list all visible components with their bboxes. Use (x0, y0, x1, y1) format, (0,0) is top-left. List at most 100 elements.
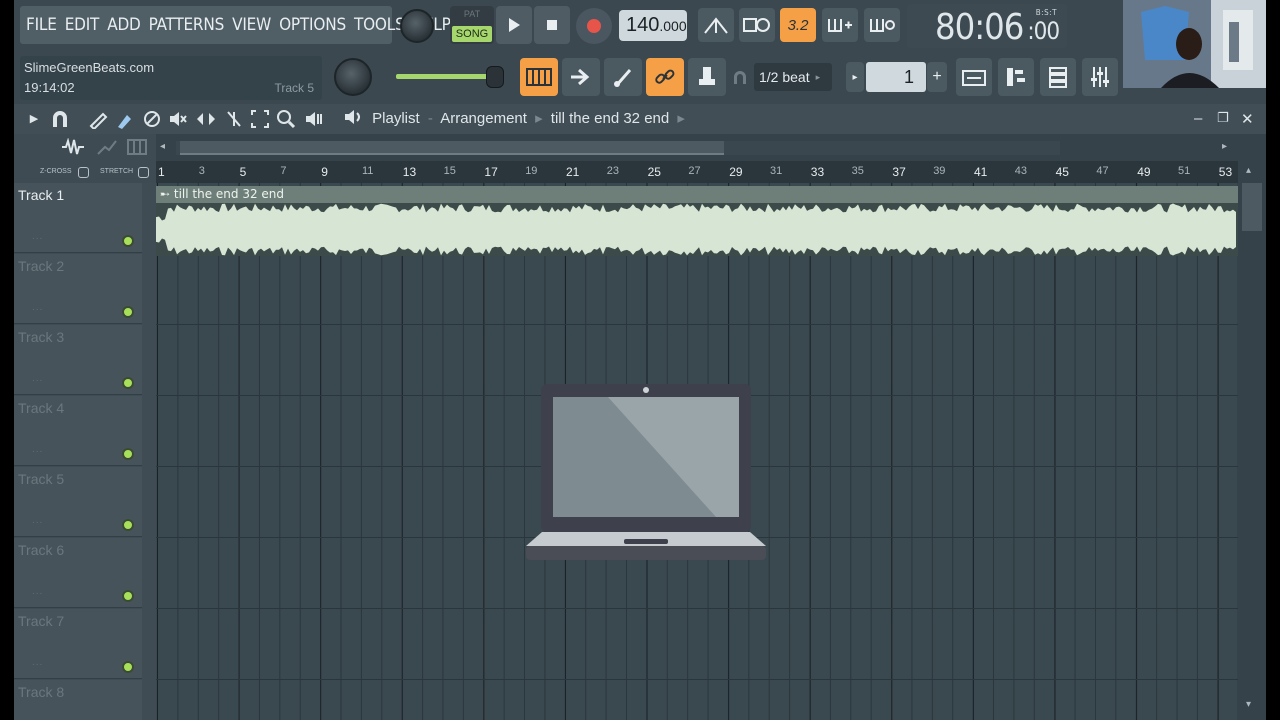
track-name: Track 4 (18, 400, 65, 416)
piano-view-icon[interactable] (126, 138, 148, 156)
step-button[interactable] (562, 58, 600, 96)
menu-patterns[interactable]: PATTERNS (149, 15, 225, 35)
slip-icon[interactable] (196, 109, 216, 129)
track-header[interactable]: Track 8... (14, 680, 142, 720)
pattern-selector[interactable]: 1 (866, 62, 926, 92)
channel-rack-button[interactable] (1040, 58, 1076, 96)
zoom-icon[interactable] (276, 109, 296, 129)
link-button[interactable] (646, 58, 684, 96)
track-header[interactable]: Track 3... (14, 325, 142, 395)
track-options-icon[interactable]: ... (32, 231, 43, 242)
automation-view-icon[interactable] (96, 138, 118, 156)
chevron-right-icon: ▸ (815, 71, 821, 82)
restore-icon[interactable]: ❐ (1217, 110, 1229, 126)
menu-tools[interactable]: TOOLS (354, 15, 405, 35)
delete-icon[interactable] (142, 109, 162, 129)
track-mute-led[interactable] (122, 235, 134, 247)
record-button[interactable] (576, 8, 612, 44)
play-button[interactable] (496, 6, 532, 44)
main-volume-knob-icon[interactable] (400, 9, 434, 43)
waveform-view-icon[interactable] (60, 138, 86, 156)
track-mute-led[interactable] (122, 519, 134, 531)
ruler-tick: 35 (851, 165, 864, 177)
playlist-window-button[interactable] (956, 58, 992, 96)
master-volume-handle[interactable] (486, 66, 504, 88)
track-options-icon[interactable]: ... (32, 373, 43, 384)
wait-for-input-button[interactable] (739, 8, 775, 42)
clip-options-row: Z-CROSS STRETCH (14, 161, 156, 183)
slide-button[interactable] (604, 58, 642, 96)
loop-record-button[interactable] (864, 8, 900, 42)
slice-icon[interactable] (224, 109, 244, 129)
scroll-right-icon[interactable]: ▸ (1222, 141, 1227, 152)
hint-track: Track 5 (274, 81, 314, 95)
track-mute-led[interactable] (122, 377, 134, 389)
menu-add[interactable]: ADD (107, 15, 141, 35)
audio-clip[interactable]: ➸ till the end 32 end (156, 186, 1238, 256)
pat-song-toggle[interactable]: PAT SONG (450, 6, 494, 44)
playlist-snap-button[interactable] (520, 58, 558, 96)
horizontal-scrollbar-thumb[interactable] (180, 141, 724, 155)
close-icon[interactable]: ✕ (1241, 110, 1254, 128)
track-header[interactable]: Track 5... (14, 467, 142, 537)
mixer-master-button[interactable] (688, 58, 726, 96)
blend-notes-button[interactable] (822, 8, 858, 42)
mixer-button[interactable] (1082, 58, 1118, 96)
scroll-down-icon[interactable]: ▾ (1246, 699, 1251, 710)
minimize-icon[interactable]: – (1194, 110, 1202, 127)
scroll-left-icon[interactable]: ◂ (160, 141, 165, 152)
snap-selector[interactable]: 1/2 beat ▸ (754, 63, 832, 91)
track-header[interactable]: Track 4... (14, 396, 142, 466)
track-options-icon[interactable]: ... (32, 657, 43, 668)
track-options-icon[interactable]: ... (32, 302, 43, 313)
countdown-button[interactable]: 3.2 (780, 8, 816, 42)
track-header[interactable]: Track 6... (14, 538, 142, 608)
track-header[interactable]: Track 2... (14, 254, 142, 324)
arrangement-name[interactable]: till the end 32 end (551, 110, 669, 127)
master-volume-slider[interactable] (396, 74, 496, 79)
timeline-ruler[interactable]: 1 3 5 7 9 11 13 15 17 19 21 23 25 27 29 31 33 35 37 39 41 43 4… (156, 161, 1238, 183)
tempo-display[interactable]: 140.000 (619, 10, 687, 41)
select-icon[interactable] (250, 109, 270, 129)
track-name: Track 1 (18, 187, 65, 203)
pencil-icon[interactable] (88, 109, 108, 129)
menu-options[interactable]: OPTIONS (279, 15, 346, 35)
magnet-icon[interactable] (50, 109, 70, 129)
track-mute-led[interactable] (122, 306, 134, 318)
track-options-icon[interactable]: ... (32, 586, 43, 597)
playlist-title[interactable]: Playlist - Arrangement ▸ till the end 32… (344, 109, 689, 127)
metronome-button[interactable] (698, 8, 734, 42)
stop-button[interactable] (534, 6, 570, 44)
scroll-up-icon[interactable]: ▴ (1246, 165, 1251, 176)
vertical-scrollbar-thumb[interactable] (1242, 183, 1262, 231)
playlist-menu-arrow-icon[interactable]: ▶ (24, 109, 44, 129)
stretch-checkbox[interactable] (138, 167, 149, 178)
playback-icon[interactable] (304, 109, 324, 129)
ruler-tick: 9 (321, 165, 328, 179)
track-mute-led[interactable] (122, 448, 134, 460)
track-mute-led[interactable] (122, 661, 134, 673)
track-header[interactable]: Track 7... (14, 609, 142, 679)
master-pitch-knob-icon[interactable] (334, 58, 372, 96)
track-mute-led[interactable] (122, 590, 134, 602)
horizontal-scrollbar[interactable] (176, 141, 1060, 155)
mute-icon[interactable] (168, 109, 188, 129)
track-options-icon[interactable]: ... (32, 515, 43, 526)
song-position-clock[interactable]: 80:06:00 B:S:T (907, 4, 1067, 48)
paint-icon[interactable] (114, 109, 134, 129)
ruler-tick: 3 (198, 165, 205, 177)
add-pattern-button[interactable]: + (927, 62, 947, 92)
pattern-prev-button[interactable]: ▸ (846, 62, 864, 92)
vertical-scrollbar[interactable]: ▴ ▾ (1238, 161, 1266, 720)
track-header[interactable]: Track 1... (14, 183, 142, 253)
step-edit-icon (743, 18, 770, 32)
piano-roll-window-button[interactable] (998, 58, 1034, 96)
menu-file[interactable]: FILE (26, 15, 57, 35)
speaker-icon (345, 110, 360, 124)
zcross-checkbox[interactable] (78, 167, 89, 178)
menu-edit[interactable]: EDIT (65, 15, 100, 35)
track-options-icon[interactable]: ... (32, 444, 43, 455)
ruler-tick: 17 (484, 165, 498, 179)
menu-view[interactable]: VIEW (232, 15, 271, 35)
menu-bar: FILE EDIT ADD PATTERNS VIEW OPTIONS TOOL… (20, 6, 451, 44)
